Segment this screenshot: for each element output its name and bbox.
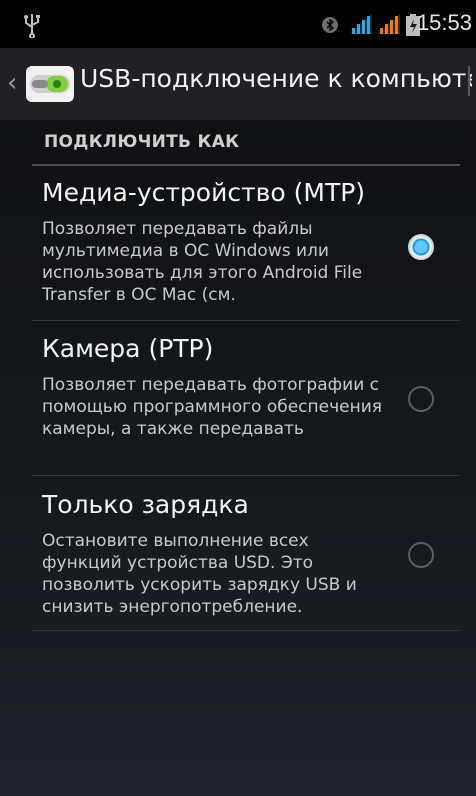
section-divider [32, 164, 460, 166]
title-fade-divider [468, 66, 470, 96]
option-charge-only[interactable]: Только зарядка Остановите выполнение все… [0, 490, 476, 630]
option-title: Медиа-устройство (MTP) [42, 178, 366, 207]
option-description: Остановите выполнение всех функций устро… [42, 531, 357, 617]
option-mtp[interactable]: Медиа-устройство (MTP) Позволяет передав… [0, 178, 476, 320]
page-title: USB-подключение к компьюте [80, 64, 472, 93]
settings-content: ПОДКЛЮЧИТЬ КАК Медиа-устройство (MTP) По… [0, 120, 476, 796]
section-header: ПОДКЛЮЧИТЬ КАК [44, 132, 240, 152]
option-title: Камера (PTP) [42, 334, 214, 363]
divider [32, 475, 460, 476]
option-description: Позволяет передавать файлы мультимедиа в… [42, 219, 363, 305]
clock: 15:53 [416, 10, 472, 35]
status-bar: 15:53 [0, 0, 476, 48]
option-description: Позволяет передавать фотографии с помощь… [42, 375, 382, 439]
radio-button[interactable] [408, 386, 434, 412]
divider [32, 630, 460, 631]
bluetooth-icon [322, 17, 338, 33]
signal-icon [350, 14, 372, 34]
action-bar: ‹ USB-подключение к компьюте [0, 48, 476, 120]
divider [32, 320, 460, 321]
option-ptp[interactable]: Камера (PTP) Позволяет передавать фотогр… [0, 334, 476, 476]
radio-button-selected[interactable] [408, 234, 434, 260]
usb-app-icon[interactable] [24, 62, 76, 106]
back-chevron-icon[interactable]: ‹ [7, 68, 17, 98]
radio-button[interactable] [408, 542, 434, 568]
usb-icon [24, 14, 40, 38]
signal-icon [378, 14, 400, 34]
option-title: Только зарядка [42, 490, 249, 519]
